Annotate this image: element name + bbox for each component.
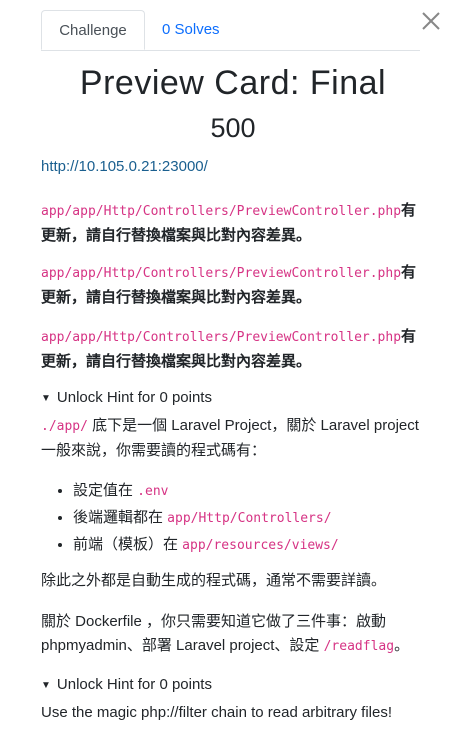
tab-bar: Challenge 0 Solves bbox=[41, 10, 420, 51]
list-item: 前端（模板）在 app/resources/views/ bbox=[73, 532, 453, 559]
notice-paragraph: app/app/Http/Controllers/PreviewControll… bbox=[41, 199, 441, 248]
hint-text: 底下是一個 Laravel Project，關於 Laravel project bbox=[87, 417, 419, 434]
tab-solves[interactable]: 0 Solves bbox=[162, 10, 220, 50]
list-item: 設定值在 .env bbox=[73, 478, 453, 505]
list-item-text: 後端邏輯都在 bbox=[73, 509, 168, 526]
hint-text: 一般來說，你需要讀的程式碼有： bbox=[41, 442, 267, 459]
notice-file-path: app/app/Http/Controllers/PreviewControll… bbox=[41, 330, 402, 345]
list-item: 後端邏輯都在 app/Http/Controllers/ bbox=[73, 505, 453, 532]
hint-paragraph: 除此之外都是自動生成的程式碼，通常不需要詳讀。 bbox=[41, 572, 387, 589]
hint-list: 設定值在 .env 後端邏輯都在 app/Http/Controllers/ 前… bbox=[41, 478, 453, 559]
challenge-value: 500 bbox=[210, 113, 256, 143]
list-item-text: 前端（模板）在 bbox=[73, 536, 183, 553]
hint-text: 關於 Dockerfile ，你只需要知道它做了三件事：啟動 bbox=[41, 613, 387, 630]
hint-text: 。 bbox=[394, 637, 410, 654]
inline-code: ./app/ bbox=[41, 419, 88, 434]
triangle-down-icon: ▼ bbox=[41, 393, 51, 404]
hint-paragraph: 關於 Dockerfile ，你只需要知道它做了三件事：啟動 phpmyadmi… bbox=[41, 610, 441, 659]
notice-paragraph: app/app/Http/Controllers/PreviewControll… bbox=[41, 325, 441, 374]
notice-text: 更新，請自行替換檔案與比對內容差異。 bbox=[41, 353, 312, 370]
notice-file-path: app/app/Http/Controllers/PreviewControll… bbox=[41, 266, 402, 281]
inline-code: app/Http/Controllers/ bbox=[167, 511, 332, 526]
challenge-title: Preview Card: Final bbox=[79, 64, 387, 102]
hint-toggle[interactable]: ▼ Unlock Hint for 0 points bbox=[41, 389, 212, 406]
hint-intro: ./app/ 底下是一個 Laravel Project，關於 Laravel … bbox=[41, 414, 441, 463]
close-icon[interactable] bbox=[418, 8, 444, 34]
notice-file-path: app/app/Http/Controllers/PreviewControll… bbox=[41, 204, 402, 219]
hint-title: Unlock Hint for 0 points bbox=[56, 676, 212, 693]
notice-text: 有 bbox=[401, 328, 417, 345]
inline-code: /readflag bbox=[323, 639, 395, 654]
inline-code: .env bbox=[137, 484, 169, 499]
hint-paragraph: Use the magic php://filter chain to read… bbox=[41, 704, 392, 721]
hint-toggle[interactable]: ▼ Unlock Hint for 0 points bbox=[41, 676, 212, 693]
tab-challenge[interactable]: Challenge bbox=[41, 10, 145, 50]
notice-paragraph: app/app/Http/Controllers/PreviewControll… bbox=[41, 261, 441, 310]
hint-title: Unlock Hint for 0 points bbox=[56, 389, 212, 406]
notice-text: 更新，請自行替換檔案與比對內容差異。 bbox=[41, 289, 312, 306]
notice-text: 有 bbox=[401, 264, 417, 281]
triangle-down-icon: ▼ bbox=[41, 680, 51, 691]
inline-code: app/resources/views/ bbox=[182, 538, 339, 553]
notice-text: 有 bbox=[401, 202, 417, 219]
hint-text: phpmyadmin、部署 Laravel project、設定 bbox=[41, 637, 324, 654]
notice-text: 更新，請自行替換檔案與比對內容差異。 bbox=[41, 227, 312, 244]
challenge-url-link[interactable]: http://10.105.0.21:23000/ bbox=[41, 158, 208, 175]
list-item-text: 設定值在 bbox=[73, 482, 138, 499]
